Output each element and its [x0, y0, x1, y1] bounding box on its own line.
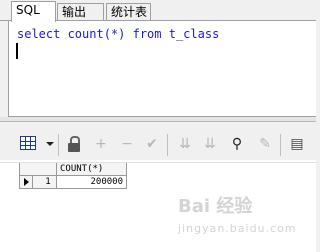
row-indicator-icon	[19, 176, 33, 189]
row-number: 1	[33, 176, 57, 189]
add-record-icon[interactable]: +	[92, 135, 110, 153]
last-page-icon[interactable]: ⇊	[201, 135, 219, 153]
watermark-line2: jingyan.baidu.com	[178, 222, 297, 235]
results-toolbar: + − ✔ ⇊ ⇊ ⚲ ✎ ▤	[0, 122, 316, 160]
export-icon[interactable]: ▤	[288, 135, 306, 153]
editor-gutter	[0, 21, 8, 122]
tab-sql[interactable]: SQL	[11, 1, 56, 22]
tab-statistics[interactable]: 统计表	[106, 3, 151, 21]
grid-corner	[19, 163, 57, 176]
table-row[interactable]: 1 200000	[19, 176, 127, 189]
tab-output[interactable]: 输出	[57, 3, 104, 21]
watermark: Bai 经验 jingyan.baidu.com	[178, 196, 312, 246]
tab-strip: SQL 输出 统计表	[0, 0, 316, 22]
toolbar-separator	[58, 134, 59, 156]
toolbar-separator	[167, 134, 168, 156]
cell-count-value[interactable]: 200000	[57, 176, 127, 189]
column-header-count[interactable]: COUNT(*)	[57, 163, 127, 176]
watermark-line1: Bai 经验	[178, 196, 253, 217]
grid-view-icon[interactable]	[20, 136, 36, 150]
text-caret	[16, 43, 18, 59]
dropdown-arrow-icon[interactable]	[46, 142, 54, 146]
find-icon[interactable]: ⚲	[228, 135, 246, 153]
clear-icon[interactable]: ✎	[256, 135, 274, 153]
sql-text: select count(*) from t_class	[17, 27, 220, 41]
lock-icon[interactable]	[67, 136, 81, 152]
post-changes-icon[interactable]: ✔	[143, 135, 161, 153]
delete-record-icon[interactable]: −	[118, 135, 136, 153]
next-page-icon[interactable]: ⇊	[176, 135, 194, 153]
sql-editor[interactable]: select count(*) from t_class	[8, 21, 316, 122]
toolbar-separator	[280, 134, 281, 156]
